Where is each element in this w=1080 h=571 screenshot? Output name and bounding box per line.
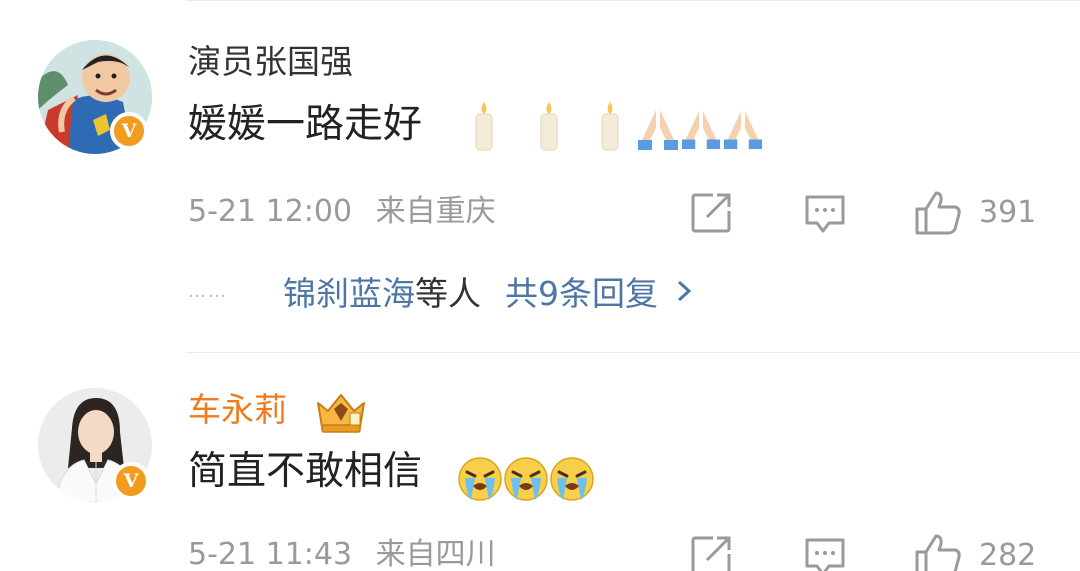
like-button[interactable]: 391 xyxy=(913,188,1036,238)
verified-badge-icon: V xyxy=(110,112,148,150)
emoji-row xyxy=(466,98,764,152)
pray-icon xyxy=(638,110,678,150)
loudly-crying-icon xyxy=(550,457,594,501)
comment-text: 简直不敢相信 xyxy=(188,449,423,494)
like-count: 391 xyxy=(979,195,1037,230)
comment-text: 媛媛一路走好 xyxy=(188,102,423,147)
like-count: 282 xyxy=(979,538,1037,571)
timestamp: 5-21 11:43 xyxy=(188,537,353,571)
comment-meta: 5-21 11:43 来自四川 xyxy=(188,536,496,571)
comment-meta: 5-21 12:00 来自重庆 xyxy=(188,193,496,231)
comment-item: V 车永莉 简直不敢相信 5-21 11:43 来自四川 282 xyxy=(0,353,1080,571)
timestamp: 5-21 12:00 xyxy=(188,194,353,229)
candle-icon xyxy=(475,102,493,151)
share-icon xyxy=(691,536,731,571)
candle-icon xyxy=(540,102,558,151)
reply-suffix: 等人 xyxy=(415,274,481,313)
loudly-crying-icon xyxy=(504,457,548,501)
username[interactable]: 演员张国强 xyxy=(188,42,353,82)
reply-user-link[interactable]: 锦刹蓝海 xyxy=(283,267,415,315)
loudly-crying-icon xyxy=(458,457,502,501)
view-replies-link[interactable]: 共9条回复 xyxy=(505,267,658,315)
chevron-right-icon xyxy=(677,280,692,302)
pray-icon xyxy=(681,110,721,150)
emoji-row xyxy=(457,448,595,502)
location: 来自四川 xyxy=(375,537,496,571)
comment-icon xyxy=(805,195,845,233)
vip-crown-icon xyxy=(317,394,365,433)
share-icon xyxy=(691,193,731,233)
like-button[interactable]: 282 xyxy=(913,531,1036,571)
comment-button[interactable] xyxy=(803,531,847,571)
comment-item: V 演员张国强 媛媛一路走好 5-21 12:00 来自重庆 391 …… 锦刹… xyxy=(0,0,1080,352)
replies-preview[interactable]: …… 锦刹蓝海 等人 共9条回复 xyxy=(188,268,692,314)
location: 来自重庆 xyxy=(375,194,496,229)
replies-dots: …… xyxy=(188,280,228,302)
pray-icon xyxy=(723,110,763,150)
share-button[interactable] xyxy=(689,188,733,238)
candle-icon xyxy=(601,102,619,151)
thumbs-up-icon xyxy=(915,534,961,571)
username[interactable]: 车永莉 xyxy=(188,390,287,430)
verified-badge-icon: V xyxy=(112,462,150,500)
comment-icon xyxy=(805,538,845,571)
thumbs-up-icon xyxy=(915,191,961,235)
comment-button[interactable] xyxy=(803,188,847,238)
share-button[interactable] xyxy=(689,531,733,571)
